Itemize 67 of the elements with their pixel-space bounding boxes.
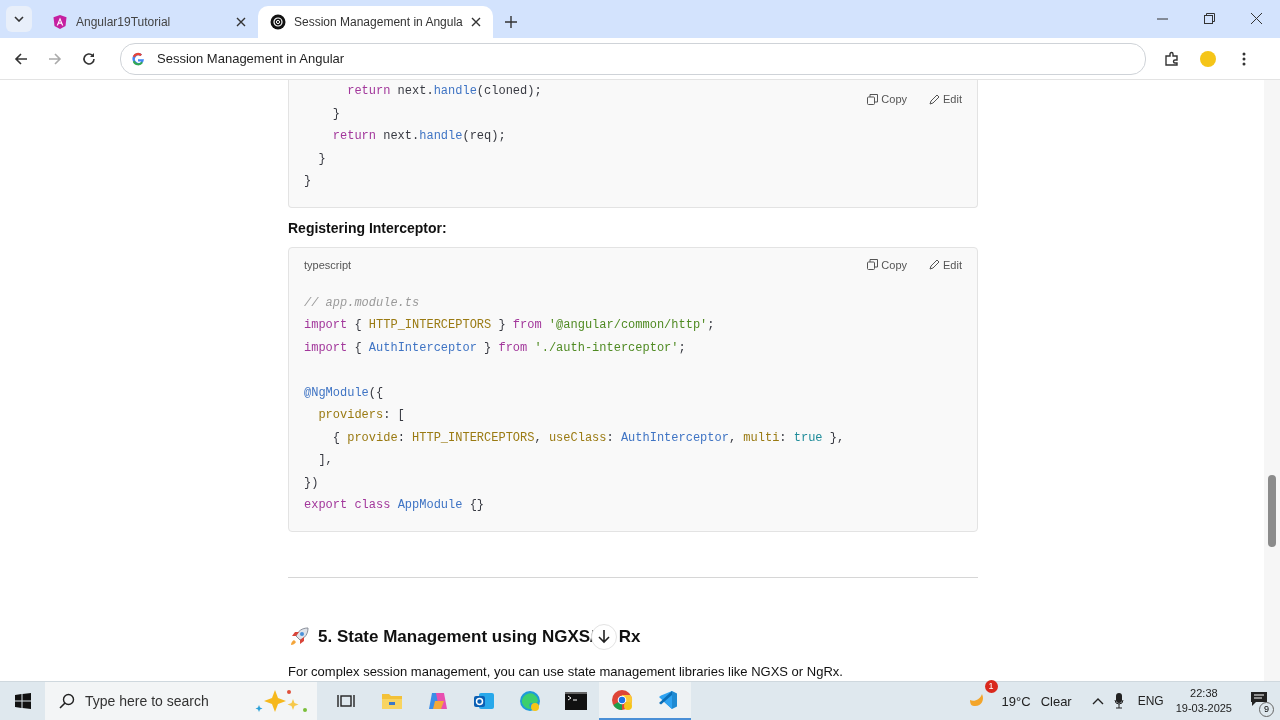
copy-button[interactable]: Copy: [867, 93, 908, 105]
code-line: providers: [: [317, 407, 405, 424]
code-line: return next.handle(req);: [331, 128, 506, 145]
weather-label: Clear: [1040, 693, 1072, 709]
scrollbar-thumb[interactable]: [1268, 475, 1276, 547]
tab-search-button[interactable]: [6, 6, 32, 32]
browser-tab[interactable]: Session Management in Angula: [258, 6, 493, 38]
microphone-icon[interactable]: [1113, 693, 1124, 709]
code-line: // app.module.ts: [304, 294, 420, 312]
code-line: import { AuthInterceptor } from './auth-interceptor';: [304, 339, 686, 357]
puzzle-icon[interactable]: [1164, 50, 1180, 67]
chevron-up-icon[interactable]: [1091, 697, 1104, 705]
google-logo-icon: [131, 51, 145, 66]
mail-app-icon[interactable]: [473, 691, 495, 711]
reload-icon[interactable]: [82, 51, 96, 66]
pencil-icon: [929, 93, 941, 105]
code-line: }: [304, 173, 312, 190]
code-line: }: [331, 105, 340, 123]
code-line: @NgModule({: [304, 384, 384, 402]
address-bar[interactable]: Session Management in Angular: [120, 42, 1146, 75]
copy-icon: [867, 259, 879, 270]
close-icon[interactable]: [236, 17, 246, 27]
pencil-icon: [929, 259, 941, 270]
chevron-down-icon: [14, 16, 24, 22]
paragraph: For complex session management, you can use state management libraries like NGXS or NgRx.: [288, 663, 844, 679]
clock-time: 22:38: [1190, 686, 1218, 701]
section-heading: 5. State Management using NGXS/: [318, 626, 595, 647]
code-line: export class AppModule {}: [304, 497, 485, 514]
notification-count: 9: [1259, 702, 1274, 717]
rocket-icon: [288, 625, 310, 648]
windows-logo-icon[interactable]: [15, 693, 31, 709]
temperature: 19°C: [1001, 693, 1031, 709]
code-line: }: [317, 150, 326, 168]
task-view-icon[interactable]: [337, 693, 355, 709]
code-line: { provide: HTTP_INTERCEPTORS, useClass: AuthInterceptor, multi: true },: [331, 429, 845, 447]
edit-button[interactable]: Edit: [929, 93, 962, 105]
restore-icon[interactable]: [1204, 13, 1215, 24]
section-subheading: Registering Interceptor:: [288, 219, 448, 236]
language-indicator[interactable]: ENG: [1137, 694, 1164, 708]
knot-logo-icon: [270, 14, 286, 30]
more-icon[interactable]: [1242, 51, 1246, 66]
code-line: return next.handle(cloned);: [346, 83, 542, 100]
language-label: typescript: [304, 258, 352, 271]
clock-date: 19-03-2025: [1175, 701, 1232, 716]
new-tab-icon[interactable]: [504, 16, 517, 28]
taskbar-search-field[interactable]: Type here to search: [45, 682, 317, 720]
terminal-icon[interactable]: [565, 692, 587, 710]
code-line: ],: [317, 452, 333, 469]
tab-title: Angular19Tutorial: [76, 15, 172, 29]
code-line: import { HTTP_INTERCEPTORS } from '@angular/common/http';: [304, 317, 715, 334]
code-editor-icon[interactable]: [658, 690, 678, 710]
angular-logo-icon: [52, 14, 68, 30]
copy-icon: [867, 93, 879, 105]
close-icon[interactable]: [470, 17, 481, 27]
folder-icon[interactable]: [381, 692, 403, 710]
section-heading: Rx: [618, 626, 641, 647]
search-icon: [59, 693, 75, 709]
tab-title: Session Management in Angula: [294, 15, 463, 29]
code-line: }): [304, 474, 319, 492]
copy-button[interactable]: Copy: [867, 258, 908, 271]
browser-tab[interactable]: Angular19Tutorial: [40, 6, 258, 38]
chat-bubble-icon[interactable]: [1250, 691, 1268, 707]
back-arrow-icon[interactable]: [14, 51, 28, 66]
arrow-down-icon: [597, 629, 610, 644]
notification-badge: 1: [984, 680, 998, 693]
edit-button[interactable]: Edit: [929, 258, 962, 271]
close-icon[interactable]: [1251, 13, 1262, 24]
